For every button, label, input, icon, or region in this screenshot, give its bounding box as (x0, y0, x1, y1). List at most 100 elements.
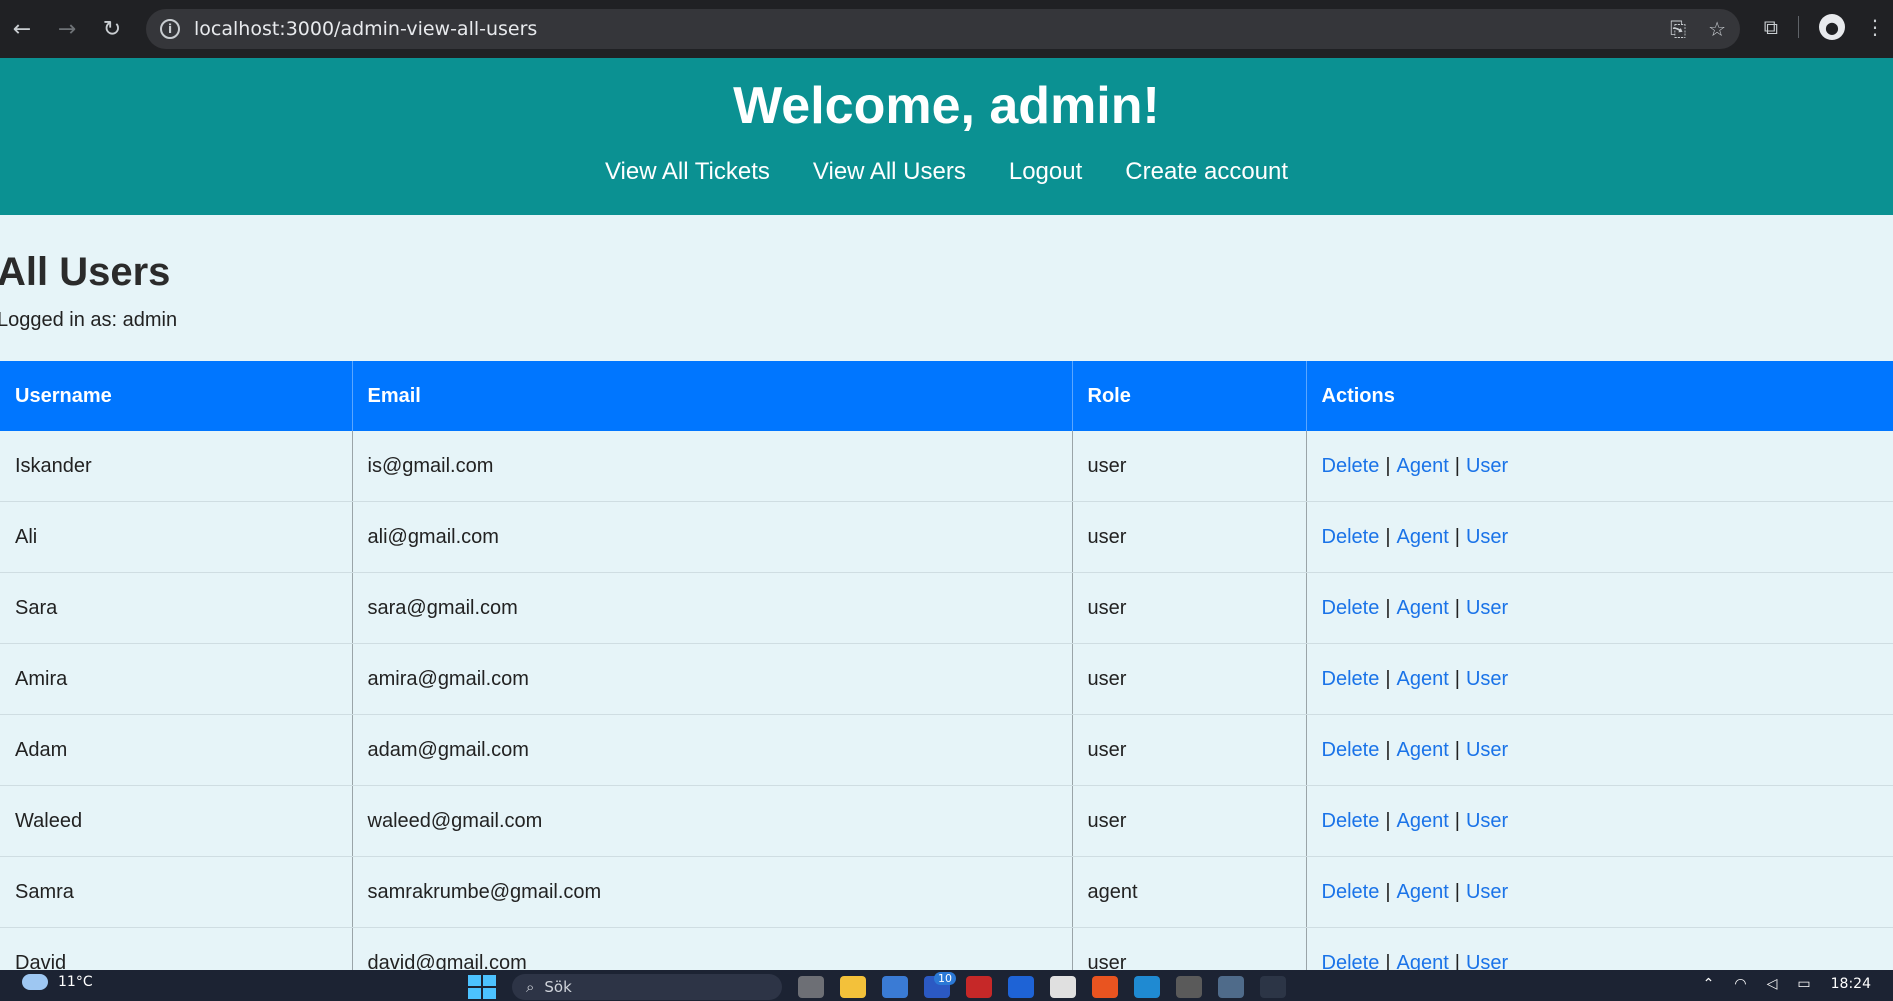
cell-role: user (1071, 431, 1306, 502)
cell-email: is@gmail.com (351, 431, 1072, 502)
delete-link[interactable]: Delete (1322, 455, 1380, 477)
dropbox-alt-icon[interactable] (1050, 976, 1076, 998)
cloud-icon (22, 974, 48, 990)
action-separator: | (1454, 738, 1460, 761)
table-row: Amira amira@gmail.com user Delete | Agent | Use… (0, 643, 1893, 715)
cell-actions: Delete | Agent | User (1305, 572, 1893, 644)
forward-arrow-icon[interactable]: → (55, 17, 79, 42)
cell-email: adam@gmail.com (351, 714, 1072, 786)
action-separator: | (1454, 454, 1460, 477)
action-separator: | (1385, 596, 1391, 619)
volume-icon[interactable]: ◁ (1767, 976, 1778, 992)
toolbar-divider (1798, 16, 1799, 38)
action-separator: | (1385, 667, 1391, 690)
back-arrow-icon[interactable]: ← (10, 17, 34, 42)
make-agent-link[interactable]: Agent (1397, 455, 1449, 477)
menu-icon[interactable]: ⋮ (1865, 15, 1885, 39)
profile-icon[interactable]: ● (1819, 14, 1845, 40)
delete-link[interactable]: Delete (1322, 739, 1380, 761)
make-user-link[interactable]: User (1466, 739, 1508, 761)
site-header: Welcome, admin! View All Tickets View Al… (0, 58, 1893, 215)
column-header-role: Role (1071, 361, 1306, 431)
make-agent-link[interactable]: Agent (1397, 739, 1449, 761)
cell-actions: Delete | Agent | User (1305, 501, 1893, 573)
cell-actions: Delete | Agent | User (1305, 856, 1893, 928)
make-agent-link[interactable]: Agent (1397, 810, 1449, 832)
settings-gear-icon[interactable] (1218, 976, 1244, 998)
browser-toolbar: ← → ↻ i localhost:3000/admin-view-all-us… (0, 0, 1893, 58)
make-user-link[interactable]: User (1466, 526, 1508, 548)
make-agent-link[interactable]: Agent (1397, 668, 1449, 690)
make-user-link[interactable]: User (1466, 810, 1508, 832)
nav-create-account[interactable]: Create account (1125, 158, 1288, 186)
dropbox-icon[interactable] (1008, 976, 1034, 998)
nav-view-all-tickets[interactable]: View All Tickets (605, 158, 770, 186)
cell-role: user (1071, 501, 1306, 573)
tray-chevron-icon[interactable]: ⌃ (1703, 976, 1715, 992)
delete-link[interactable]: Delete (1322, 668, 1380, 690)
cell-email: waleed@gmail.com (351, 785, 1072, 857)
delete-link[interactable]: Delete (1322, 881, 1380, 903)
extensions-icon[interactable]: ⧉ (1764, 15, 1778, 39)
cell-actions: Delete | Agent | User (1305, 714, 1893, 786)
table-row: Samra samrakrumbe@gmail.com agent Delete | Ag… (0, 856, 1893, 928)
delete-link[interactable]: Delete (1322, 810, 1380, 832)
make-agent-link[interactable]: Agent (1397, 526, 1449, 548)
cell-username: Amira (0, 643, 352, 715)
gmail-icon[interactable] (966, 976, 992, 998)
task-view-icon[interactable] (798, 976, 824, 998)
make-agent-link[interactable]: Agent (1397, 597, 1449, 619)
action-separator: | (1454, 525, 1460, 548)
delete-link[interactable]: Delete (1322, 526, 1380, 548)
translate-icon[interactable]: ⎘ (1670, 17, 1686, 41)
table-row: Ali ali@gmail.com user Delete | Agent | User (0, 501, 1893, 573)
delete-link[interactable]: Delete (1322, 597, 1380, 619)
clock-time[interactable]: 18:24 (1831, 976, 1871, 992)
cell-actions: Delete | Agent | User (1305, 643, 1893, 715)
reload-icon[interactable]: ↻ (100, 17, 124, 42)
temperature: 11°C (58, 974, 93, 990)
nav-logout[interactable]: Logout (1009, 158, 1082, 186)
make-user-link[interactable]: User (1466, 668, 1508, 690)
table-row: Sara sara@gmail.com user Delete | Agent | User (0, 572, 1893, 644)
cell-username: Iskander (0, 431, 352, 502)
action-separator: | (1454, 596, 1460, 619)
make-user-link[interactable]: User (1466, 597, 1508, 619)
make-user-link[interactable]: User (1466, 455, 1508, 477)
cell-username: Sara (0, 572, 352, 644)
weather-widget[interactable]: 11°C (22, 974, 93, 990)
users-table-body: Iskander is@gmail.com user Delete | Agent | Use… (0, 431, 1893, 999)
teams-icon[interactable]: 10 (924, 972, 956, 998)
address-url[interactable]: localhost:3000/admin-view-all-users (194, 18, 537, 40)
cell-username: Ali (0, 501, 352, 573)
column-header-actions: Actions (1305, 361, 1893, 431)
make-user-link[interactable]: User (1466, 881, 1508, 903)
vscode-icon[interactable] (1134, 976, 1160, 998)
terminal-icon[interactable] (1176, 976, 1202, 998)
battery-icon[interactable]: ▭ (1797, 976, 1810, 992)
page-title: All Users (0, 250, 171, 294)
column-header-username: Username (0, 361, 352, 431)
store-icon[interactable] (882, 976, 908, 998)
nav-view-all-users[interactable]: View All Users (813, 158, 966, 186)
search-icon: ⌕ (526, 978, 535, 996)
file-explorer-icon[interactable] (840, 976, 866, 998)
site-info-icon[interactable]: i (160, 19, 180, 39)
make-agent-link[interactable]: Agent (1397, 881, 1449, 903)
action-separator: | (1454, 809, 1460, 832)
windows-start-icon[interactable] (468, 975, 496, 999)
action-separator: | (1454, 880, 1460, 903)
address-bar[interactable]: i localhost:3000/admin-view-all-users ⎘ … (146, 9, 1740, 49)
users-table: Username Email Role Actions Iskander is@g… (0, 361, 1893, 999)
ubuntu-icon[interactable] (1092, 976, 1118, 998)
table-row: Iskander is@gmail.com user Delete | Agent | Use… (0, 431, 1893, 502)
chrome-icon[interactable] (1260, 976, 1286, 998)
bookmark-star-icon[interactable]: ☆ (1708, 17, 1726, 41)
action-separator: | (1385, 880, 1391, 903)
taskbar-search[interactable]: ⌕ Sök (512, 974, 782, 1000)
notification-badge: 10 (934, 972, 956, 985)
cell-email: ali@gmail.com (351, 501, 1072, 573)
wifi-icon[interactable]: ◠ (1734, 976, 1746, 992)
cell-email: amira@gmail.com (351, 643, 1072, 715)
cell-role: user (1071, 714, 1306, 786)
